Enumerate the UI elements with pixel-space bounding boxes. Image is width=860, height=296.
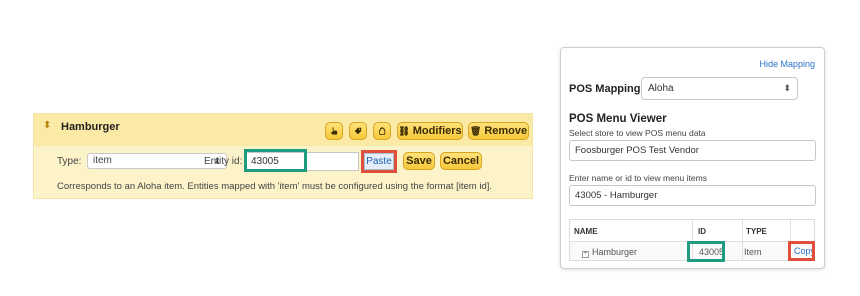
paste-button[interactable]: Paste <box>364 153 394 170</box>
row-name: Hamburger <box>592 247 638 257</box>
modifiers-button[interactable]: ⛓ Modifiers <box>397 122 463 140</box>
type-select-value: item <box>93 155 112 166</box>
hand-pointer-icon <box>330 127 338 135</box>
select-caret-icon: ⬍ <box>783 83 791 93</box>
row-type: Item <box>744 247 762 257</box>
pos-mapping-select[interactable]: Aloha ⬍ <box>641 77 798 100</box>
pos-menu-viewer-title: POS Menu Viewer <box>569 113 667 125</box>
column-divider <box>790 220 791 260</box>
hand-button[interactable] <box>373 122 391 140</box>
column-divider <box>742 220 743 260</box>
search-label: Enter name or id to view menu items <box>569 173 707 183</box>
entity-id-input[interactable]: 43005 <box>246 152 359 171</box>
pos-mapping-panel: Hide Mapping POS Mapping: Aloha ⬍ POS Me… <box>560 47 825 269</box>
column-divider <box>692 220 693 260</box>
entity-editor: ⬍ Hamburger ⛓ Modifiers 🗑 Remove Type: i… <box>33 113 533 199</box>
link-icon: ⛓ <box>398 125 410 136</box>
modifiers-label: Modifiers <box>412 125 462 137</box>
store-label: Select store to view POS menu data <box>569 128 706 138</box>
expand-icon[interactable]: + <box>582 251 589 258</box>
entity-header: ⬍ Hamburger ⛓ Modifiers 🗑 Remove <box>34 114 532 146</box>
column-header-name: NAME <box>574 227 598 236</box>
entity-id-label: Entity id: <box>204 156 243 167</box>
pos-mapping-value: Aloha <box>648 83 674 94</box>
cancel-button[interactable]: Cancel <box>440 152 482 170</box>
hide-mapping-link[interactable]: Hide Mapping <box>759 59 815 69</box>
copy-link[interactable]: Copy <box>794 246 815 256</box>
hand-pointer-button[interactable] <box>325 122 343 140</box>
hand-icon <box>379 127 386 135</box>
sort-arrows-icon[interactable]: ⬍ <box>43 121 51 131</box>
tag-button[interactable] <box>349 122 367 140</box>
pos-mapping-label: POS Mapping: <box>569 83 645 95</box>
menu-search-input[interactable]: 43005 - Hamburger <box>569 185 816 206</box>
row-name-cell[interactable]: + Hamburger <box>582 247 637 258</box>
remove-button[interactable]: 🗑 Remove <box>468 122 529 140</box>
row-id: 43005 <box>699 247 725 257</box>
trash-icon: 🗑 <box>469 125 482 136</box>
entity-help-text: Corresponds to an Aloha item. Entities m… <box>57 181 493 192</box>
store-input[interactable]: Foosburger POS Test Vendor <box>569 140 816 161</box>
column-header-id: ID <box>698 227 706 236</box>
remove-label: Remove <box>484 125 528 137</box>
menu-items-table: NAME ID TYPE + Hamburger 43005 Item Copy <box>569 219 815 261</box>
type-label: Type: <box>57 156 82 167</box>
save-button[interactable]: Save <box>403 152 435 170</box>
column-header-type: TYPE <box>746 227 767 236</box>
header-divider <box>570 241 814 242</box>
tag-icon <box>354 127 362 135</box>
entity-name: Hamburger <box>61 121 120 133</box>
